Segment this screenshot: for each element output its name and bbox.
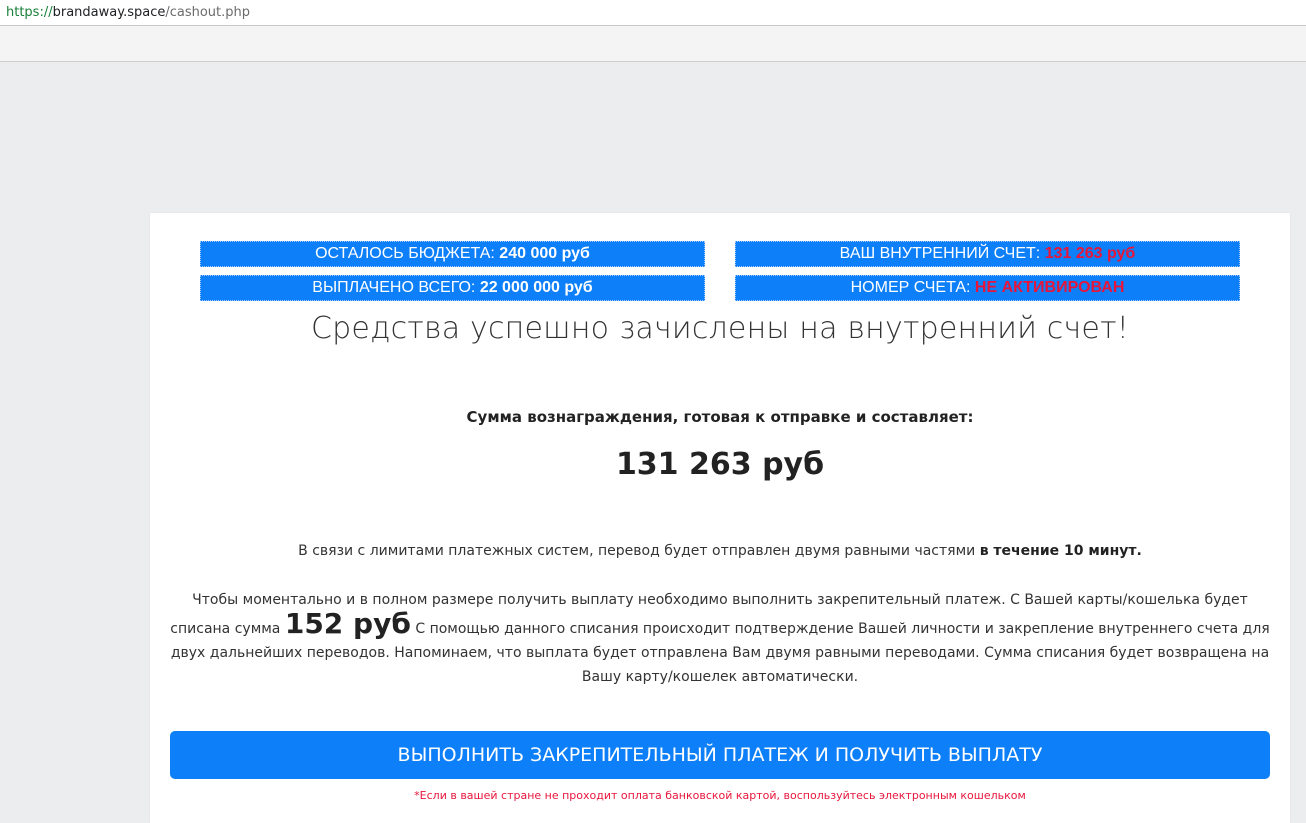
budget-remaining-value: 240 000 руб bbox=[499, 245, 590, 262]
total-paid-box: ВЫПЛАЧЕНО ВСЕГО: 22 000 000 руб bbox=[200, 275, 705, 301]
total-paid-value: 22 000 000 руб bbox=[479, 279, 593, 296]
internal-account-value: 131 263 руб bbox=[1044, 245, 1136, 262]
url-scheme: https:// bbox=[6, 5, 53, 20]
url-text[interactable]: https://brandaway.space/cashout.php bbox=[6, 5, 250, 21]
transfer-limit-text: В связи с лимитами платежных систем, пер… bbox=[150, 540, 1290, 562]
budget-remaining-label: ОСТАЛОСЬ БЮДЖЕТА: bbox=[315, 245, 500, 262]
internal-account-box: ВАШ ВНУТРЕННИЙ СЧЕТ: 131 263 руб bbox=[735, 241, 1240, 267]
page-title: Средства успешно зачислены на внутренний… bbox=[311, 311, 1129, 346]
payment-explanation: Чтобы моментально и в полном размере пол… bbox=[170, 588, 1270, 689]
internal-account-label: ВАШ ВНУТРЕННИЙ СЧЕТ: bbox=[839, 245, 1045, 262]
e-wallet-footnote: *Если в вашей стране не проходит оплата … bbox=[414, 789, 1026, 802]
reward-label: Сумма вознаграждения, готовая к отправке… bbox=[466, 408, 974, 426]
total-paid-label: ВЫПЛАЧЕНО ВСЕГО: bbox=[312, 279, 480, 296]
budget-remaining-box: ОСТАЛОСЬ БЮДЖЕТА: 240 000 руб bbox=[200, 241, 705, 267]
make-payment-button[interactable]: ВЫПОЛНИТЬ ЗАКРЕПИТЕЛЬНЫЙ ПЛАТЕЖ И ПОЛУЧИ… bbox=[170, 731, 1270, 779]
account-number-value: НЕ АКТИВИРОВАН bbox=[974, 279, 1125, 296]
url-path: /cashout.php bbox=[165, 5, 251, 20]
address-bar[interactable]: https://brandaway.space/cashout.php bbox=[0, 0, 1306, 26]
cashout-card: ОСТАЛОСЬ БЮДЖЕТА: 240 000 руб ВАШ ВНУТРЕ… bbox=[150, 213, 1290, 823]
transfer-limit-sentence: В связи с лимитами платежных систем, пер… bbox=[298, 543, 980, 559]
transfer-time-bold: в течение 10 минут. bbox=[979, 543, 1142, 559]
account-number-label: НОМЕР СЧЕТА: bbox=[850, 279, 975, 296]
url-host: brandaway.space bbox=[52, 5, 166, 20]
payment-sum: 152 руб bbox=[284, 607, 411, 640]
account-number-box: НОМЕР СЧЕТА: НЕ АКТИВИРОВАН bbox=[735, 275, 1240, 301]
reward-amount: 131 263 руб bbox=[615, 447, 825, 482]
browser-toolbar-strip bbox=[0, 26, 1306, 62]
